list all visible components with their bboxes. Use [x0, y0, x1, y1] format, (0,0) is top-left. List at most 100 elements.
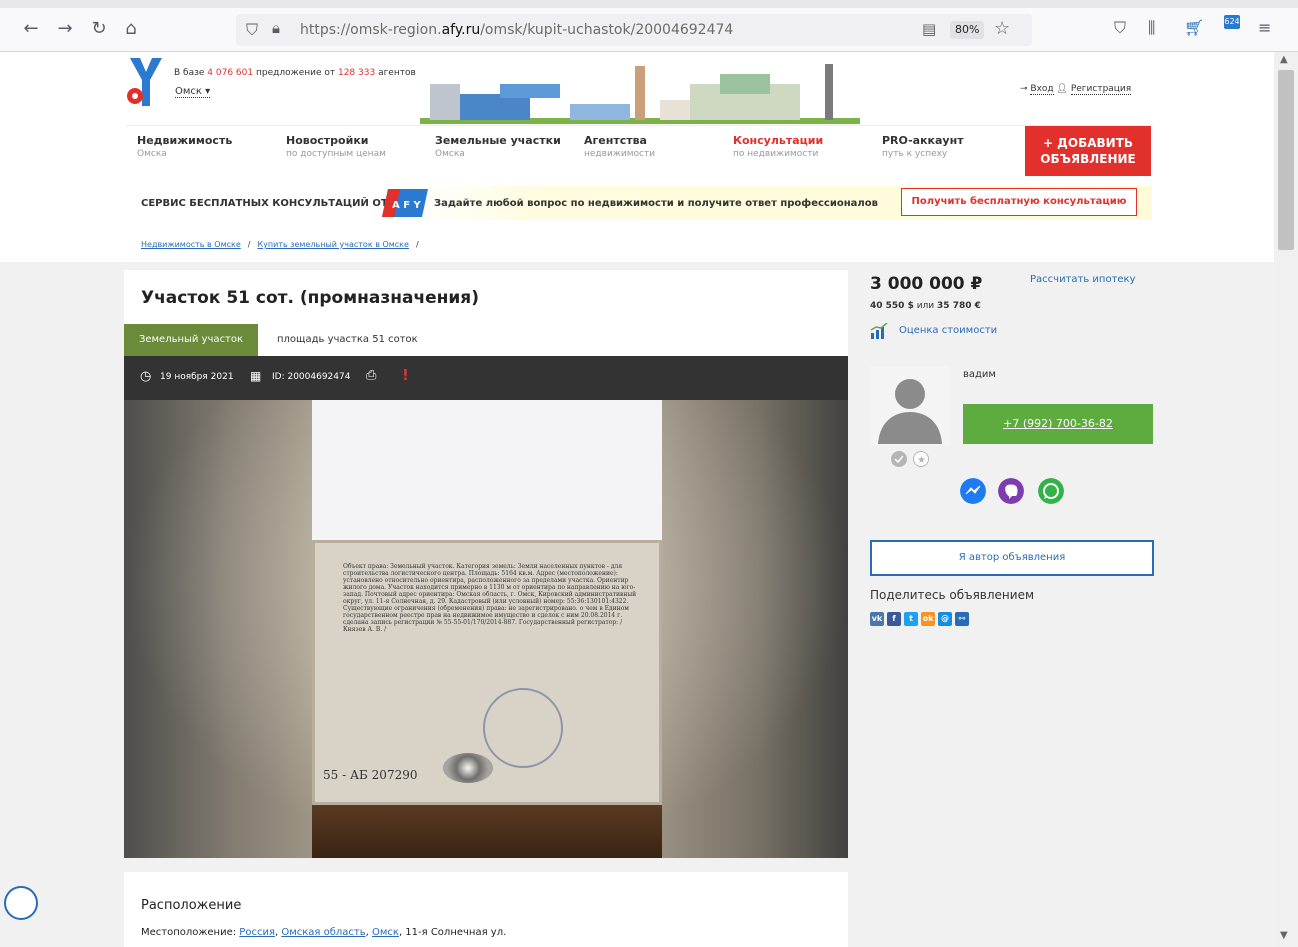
url-text[interactable]: https://omsk-region.afy.ru/omsk/kupit-uc… — [300, 22, 733, 38]
price-or: или — [913, 301, 938, 311]
bookmark-star-icon[interactable]: ☆ — [994, 18, 1010, 39]
menu-item-realty[interactable]: Недвижимость Омска — [137, 134, 232, 159]
menu-item-land[interactable]: Земельные участки Омска — [435, 134, 561, 159]
breadcrumb-separator: / — [415, 240, 419, 249]
main-menu: Недвижимость Омска Новостройки по доступны… — [126, 125, 1152, 176]
city-skyline-illustration — [420, 64, 860, 124]
i-am-author-button[interactable]: Я автор объявления — [870, 540, 1154, 576]
report-icon[interactable]: ! — [402, 366, 409, 384]
library-icon[interactable]: ⫼ — [1148, 18, 1155, 38]
page: В базе 4 076 601 предложение от 128 333 … — [0, 52, 1274, 947]
breadcrumb-link-realty[interactable]: Недвижимость в Омске — [141, 240, 241, 249]
auth-links: ⊸ Вход 👤︎ Регистрация — [1020, 84, 1132, 95]
odnoklassniki-share-icon[interactable]: ok — [921, 612, 935, 626]
listing-card: Участок 51 сот. (промназначения) Земельн… — [124, 270, 848, 858]
price-usd: 40 550 $ — [870, 301, 914, 311]
certificate-text: Объект права: Земельный участок. Категор… — [343, 563, 637, 633]
location-section: Расположение Местоположение: Россия, Омс… — [124, 872, 848, 947]
listing-photo[interactable]: Объект права: Земельный участок. Категор… — [124, 400, 848, 858]
menu-subtitle: Омска — [435, 149, 465, 159]
reader-view-icon[interactable]: ▤ — [922, 20, 936, 38]
menu-item-consultations[interactable]: Консультации по недвижимости — [733, 134, 823, 159]
free-consultation-button[interactable]: Получить бесплатную консультацию — [901, 188, 1137, 216]
page-scrollbar[interactable]: ▲ ▼ — [1274, 52, 1298, 947]
menu-title: Новостройки — [286, 134, 369, 147]
vk-share-icon[interactable]: vk — [870, 612, 884, 626]
avatar[interactable] — [870, 366, 950, 446]
covering-paper — [312, 400, 662, 550]
viber-icon[interactable] — [998, 478, 1024, 504]
scroll-down-icon[interactable]: ▼ — [1280, 930, 1288, 941]
database-stats: В базе 4 076 601 предложение от 128 333 … — [174, 68, 416, 78]
plot-area-label: площадь участка 51 соток — [277, 334, 418, 345]
tab-land-plot[interactable]: Земельный участок — [124, 324, 258, 356]
verification-icons: ★ — [891, 451, 929, 467]
key-icon: ⊸ — [1020, 84, 1028, 94]
register-link[interactable]: Регистрация — [1070, 84, 1132, 95]
forward-icon[interactable]: → — [54, 18, 76, 40]
messenger-icon[interactable] — [960, 478, 986, 504]
table-surface — [312, 805, 662, 858]
pocket-icon[interactable]: ⛉ — [1114, 18, 1126, 38]
scroll-up-icon[interactable]: ▲ — [1280, 54, 1288, 65]
link-country[interactable]: Россия — [239, 927, 275, 938]
certificate-number: 55 - АБ 207290 — [323, 768, 418, 782]
print-icon[interactable]: ⎙ — [366, 368, 376, 383]
phone-button[interactable]: +7 (992) 700-36-82 — [963, 404, 1153, 444]
menu-title: PRO-аккаунт — [882, 134, 964, 147]
twitter-share-icon[interactable]: t — [904, 612, 918, 626]
zoom-level[interactable]: 80% — [950, 21, 985, 39]
location-street: , 11-я Солнечная ул. — [398, 927, 507, 938]
city-selector[interactable]: Омск ▾ — [175, 86, 211, 98]
address-bar[interactable]: ⛉ 🔒︎ https://omsk-region.afy.ru/omsk/kup… — [236, 14, 1032, 46]
extension-badge[interactable]: 624 — [1224, 15, 1240, 29]
user-silhouette-icon — [878, 379, 942, 444]
menu-title: Недвижимость — [137, 134, 233, 147]
menu-subtitle: путь к успеху — [882, 149, 948, 159]
link-region[interactable]: Омская область — [281, 927, 365, 938]
listing-id: ID: 20004692474 — [272, 372, 351, 382]
price: 3 000 000 ₽ — [870, 274, 983, 294]
svg-text:A F Y: A F Y — [392, 200, 422, 211]
add-listing-button[interactable]: + ДОБАВИТЬ ОБЪЯВЛЕНИЕ — [1025, 126, 1151, 176]
consult-label: СЕРВИС БЕСПЛАТНЫХ КОНСУЛЬТАЦИЙ ОТ — [141, 198, 388, 209]
price-currencies: 40 550 $ или 35 780 € — [870, 301, 981, 311]
afy-badge-logo: A F Y — [382, 189, 428, 217]
menu-icon[interactable]: ≡ — [1258, 18, 1271, 37]
home-icon[interactable]: ⌂ — [120, 18, 142, 40]
menu-title: Консультации — [733, 134, 824, 147]
shield-icon[interactable]: ⛉ — [246, 20, 258, 40]
link-share-icon[interactable]: ⚯ — [955, 612, 969, 626]
lock-icon[interactable]: 🔒︎ — [272, 19, 280, 37]
scroll-thumb[interactable] — [1278, 70, 1294, 250]
certificate: Объект права: Земельный участок. Категор… — [312, 540, 662, 805]
clock-icon: ◷ — [140, 369, 152, 384]
seller-name: вадим — [963, 369, 996, 380]
location-heading: Расположение — [141, 898, 242, 913]
link-city[interactable]: Омск — [372, 927, 399, 938]
reload-icon[interactable]: ↻ — [88, 18, 110, 40]
share-label: Поделитесь объявлением — [870, 588, 1035, 602]
consultation-banner: СЕРВИС БЕСПЛАТНЫХ КОНСУЛЬТАЦИЙ ОТ A F Y … — [126, 186, 1152, 220]
cart-icon[interactable]: 🛒︎ — [1184, 18, 1204, 37]
menu-item-new-buildings[interactable]: Новостройки по доступным ценам — [286, 134, 386, 159]
breadcrumb-link-land[interactable]: Купить земельный участок в Омске — [257, 240, 408, 249]
chat-widget-button[interactable] — [4, 886, 38, 920]
whatsapp-icon[interactable] — [1038, 478, 1064, 504]
browser-toolbar: ← → ↻ ⌂ ⛉ 🔒︎ https://omsk-region.afy.ru/… — [0, 0, 1298, 52]
add-button-line1: + ДОБАВИТЬ — [1042, 136, 1134, 150]
menu-subtitle: недвижимости — [584, 149, 656, 159]
menu-item-agencies[interactable]: Агентства недвижимости — [584, 134, 655, 159]
stamp-seal — [483, 688, 563, 768]
login-link[interactable]: Вход — [1030, 84, 1054, 95]
mailru-share-icon[interactable]: @ — [938, 612, 952, 626]
id-card-icon: ▦ — [250, 369, 262, 383]
facebook-share-icon[interactable]: f — [887, 612, 901, 626]
mortgage-calc-link[interactable]: Рассчитать ипотеку — [1030, 274, 1136, 285]
price-estimate-link[interactable]: Оценка стоимости — [899, 325, 997, 336]
back-icon[interactable]: ← — [20, 18, 42, 40]
afy-logo[interactable] — [122, 58, 168, 106]
price-eur: 35 780 € — [937, 301, 981, 311]
consult-question: Задайте любой вопрос по недвижимости и п… — [434, 198, 878, 209]
menu-item-pro[interactable]: PRO-аккаунт путь к успеху — [882, 134, 964, 159]
